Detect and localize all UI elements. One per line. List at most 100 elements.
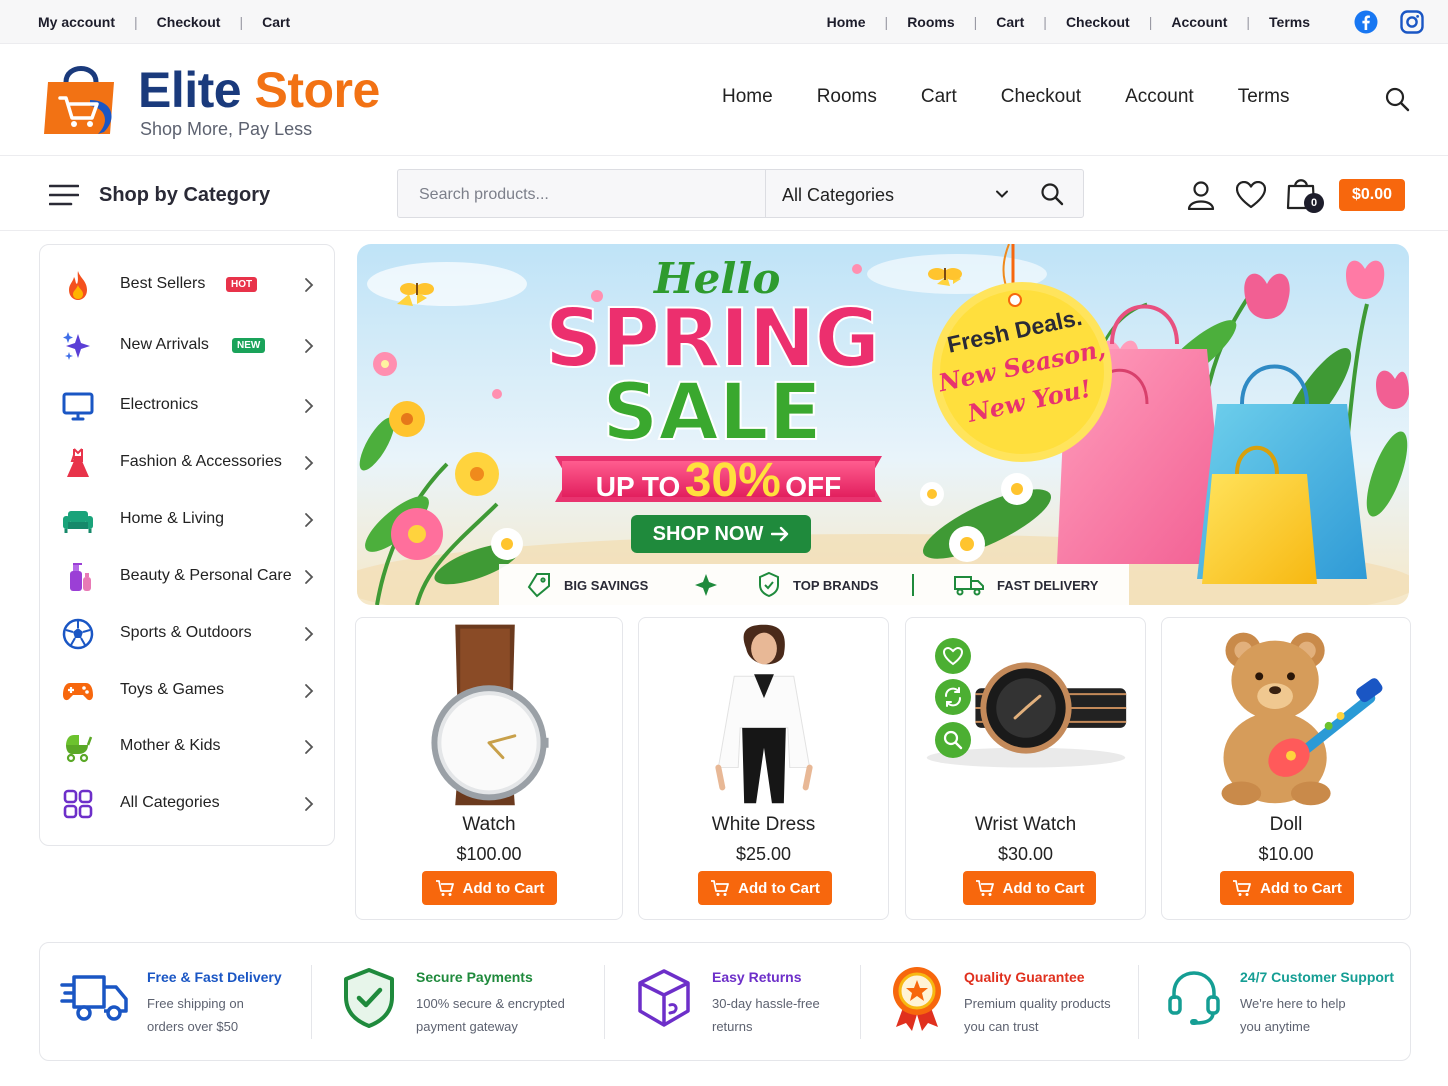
top-right-links: Home | Rooms | Cart | Checkout | Account | Te… xyxy=(827,14,1310,30)
divider xyxy=(604,965,605,1039)
chevron-right-icon xyxy=(305,513,314,527)
perk-top-brands: TOP BRANDS xyxy=(793,578,879,593)
product-name[interactable]: Watch xyxy=(356,814,622,836)
product-price: $25.00 xyxy=(735,844,792,864)
quick-view-button[interactable] xyxy=(935,722,971,758)
banner-discount: UP TO 30% OFF xyxy=(562,453,875,508)
spring-sale-banner[interactable]: Hello SPRING SALE UP TO 30% OFF SHOP NOW… xyxy=(357,244,1409,605)
brand-first: Elite xyxy=(138,62,242,118)
sidebar-item-label: Best Sellers xyxy=(120,275,206,292)
sidebar-item-toys[interactable]: Toys & Games xyxy=(40,671,334,711)
feature-desc: you can trust xyxy=(964,1019,1039,1034)
product-card-white-dress[interactable]: White Dress $25.00 Add to Cart xyxy=(638,617,889,920)
user-account-icon[interactable] xyxy=(1187,180,1215,210)
stroller-icon xyxy=(66,735,93,763)
nav-home[interactable]: Home xyxy=(722,86,773,108)
product-price: $30.00 xyxy=(997,844,1054,864)
facebook-icon[interactable] xyxy=(1354,10,1378,34)
sidebar-item-new-arrivals[interactable]: New Arrivals NEW xyxy=(40,326,334,366)
product-card-doll[interactable]: Doll $10.00 Add to Cart xyxy=(1161,617,1411,920)
top-link-cart[interactable]: Cart xyxy=(262,14,290,30)
product-name[interactable]: Wrist Watch xyxy=(906,814,1145,836)
separator: | xyxy=(134,14,138,30)
sofa-icon xyxy=(63,511,93,533)
sidebar-item-all-categories[interactable]: All Categories xyxy=(40,784,334,824)
features-strip: Free & Fast Delivery Free shipping on or… xyxy=(39,942,1411,1061)
feature-support: 24/7 Customer Support We're here to help… xyxy=(1166,943,1406,1060)
sidebar-item-home-living[interactable]: Home & Living xyxy=(40,500,334,540)
add-to-cart-button[interactable]: Add to Cart xyxy=(1220,871,1354,905)
sidebar-item-electronics[interactable]: Electronics xyxy=(40,386,334,426)
new-badge: NEW xyxy=(232,338,266,353)
sidebar-item-best-sellers[interactable]: Best Sellers HOT xyxy=(40,265,334,305)
top-link-checkout-right[interactable]: Checkout xyxy=(1066,14,1130,30)
sidebar-item-label: Toys & Games xyxy=(120,681,225,698)
chevron-right-icon xyxy=(305,570,314,584)
feature-returns: Easy Returns 30-day hassle-free returns xyxy=(634,943,864,1060)
top-link-rooms[interactable]: Rooms xyxy=(907,14,954,30)
sidebar-item-label: All Categories xyxy=(120,794,220,811)
feature-desc: Free shipping on xyxy=(147,996,244,1011)
sidebar-item-sports[interactable]: Sports & Outdoors xyxy=(40,614,334,654)
product-name[interactable]: Doll xyxy=(1162,814,1410,836)
add-to-cart-button[interactable]: Add to Cart xyxy=(422,871,557,905)
product-card-watch[interactable]: Watch $100.00 Add to Cart xyxy=(355,617,623,920)
sidebar-item-beauty[interactable]: Beauty & Personal Care xyxy=(40,557,334,597)
chevron-down-icon[interactable] xyxy=(995,187,1009,201)
nav-checkout[interactable]: Checkout xyxy=(1001,86,1081,108)
refresh-icon xyxy=(945,687,961,707)
brand-second: Store xyxy=(254,62,381,118)
divider xyxy=(765,170,766,217)
sidebar-item-label: Fashion & Accessories xyxy=(120,453,282,470)
chevron-right-icon xyxy=(305,456,314,470)
wishlist-heart-icon[interactable] xyxy=(1236,181,1266,209)
sidebar-item-label: Mother & Kids xyxy=(120,737,221,754)
product-image-watch xyxy=(431,624,549,806)
feature-desc: you anytime xyxy=(1240,1019,1311,1034)
search-input[interactable]: Search products... xyxy=(419,186,549,204)
sparkle-icon xyxy=(63,332,90,360)
compare-quick-button[interactable] xyxy=(935,679,971,715)
feature-desc: Premium quality products xyxy=(964,996,1111,1011)
product-price: $100.00 xyxy=(456,844,522,864)
cart-icon xyxy=(1233,880,1252,896)
sidebar-item-mother-kids[interactable]: Mother & Kids xyxy=(40,727,334,767)
nav-cart[interactable]: Cart xyxy=(921,86,957,108)
wishlist-quick-button[interactable] xyxy=(935,638,971,674)
zoom-icon xyxy=(943,730,963,750)
product-card-wrist-watch[interactable]: Wrist Watch $30.00 Add to Cart xyxy=(905,617,1146,920)
headset-icon xyxy=(1168,971,1220,1025)
top-link-terms[interactable]: Terms xyxy=(1269,14,1310,30)
brand-name[interactable]: Elite Store xyxy=(138,60,380,120)
top-link-home[interactable]: Home xyxy=(827,14,866,30)
sidebar-item-fashion[interactable]: Fashion & Accessories xyxy=(40,443,334,483)
sidebar-item-label: Beauty & Personal Care xyxy=(120,567,292,584)
add-to-cart-button[interactable]: Add to Cart xyxy=(963,871,1096,905)
category-select[interactable]: All Categories xyxy=(782,185,894,206)
main-nav: Home Rooms Cart Checkout Account Terms xyxy=(722,86,1333,108)
nav-terms[interactable]: Terms xyxy=(1238,86,1290,108)
top-link-cart-right[interactable]: Cart xyxy=(996,14,1024,30)
shop-now-button[interactable]: SHOP NOW xyxy=(631,515,811,553)
cart-total-button[interactable]: $0.00 xyxy=(1339,179,1405,211)
cosmetics-icon xyxy=(70,563,91,591)
box-return-icon xyxy=(638,969,690,1027)
search-icon[interactable] xyxy=(1384,86,1410,112)
nav-account[interactable]: Account xyxy=(1125,86,1194,108)
product-image-white-dress xyxy=(715,624,813,804)
feature-desc: returns xyxy=(712,1019,753,1034)
top-link-account[interactable]: Account xyxy=(1171,14,1227,30)
instagram-icon[interactable] xyxy=(1400,10,1424,34)
search-submit-icon[interactable] xyxy=(1040,182,1064,206)
top-link-my-account[interactable]: My account xyxy=(38,14,115,30)
product-name[interactable]: White Dress xyxy=(639,814,888,836)
shield-check-icon xyxy=(344,968,394,1028)
add-to-cart-button[interactable]: Add to Cart xyxy=(698,871,832,905)
top-link-checkout[interactable]: Checkout xyxy=(157,14,221,30)
hamburger-menu-icon[interactable] xyxy=(49,183,79,207)
nav-rooms[interactable]: Rooms xyxy=(817,86,877,108)
feature-desc: orders over $50 xyxy=(147,1019,239,1034)
monitor-icon xyxy=(62,392,94,421)
shop-by-category-button[interactable]: Shop by Category xyxy=(99,184,270,207)
shopping-bag-logo-icon[interactable] xyxy=(40,60,122,138)
